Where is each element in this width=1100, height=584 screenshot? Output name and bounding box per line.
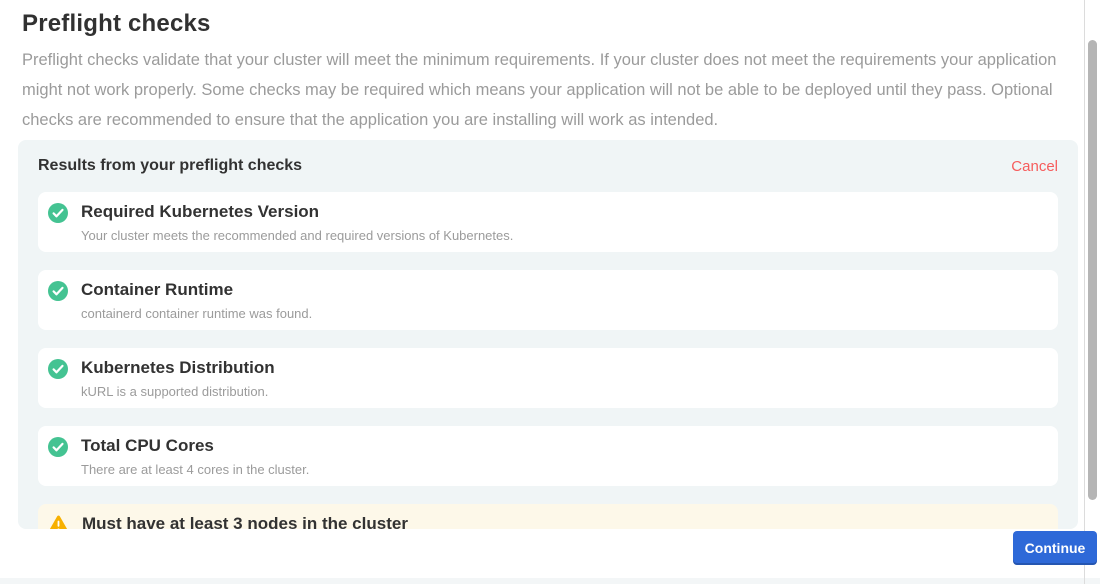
check-card: Total CPU Cores There are at least 4 cor… <box>38 426 1058 486</box>
check-text: Total CPU Cores There are at least 4 cor… <box>81 436 309 477</box>
check-message: Your cluster meets the recommended and r… <box>81 228 513 243</box>
continue-button[interactable]: Continue <box>1013 531 1097 565</box>
page-header: Preflight checks Preflight checks valida… <box>0 0 1100 135</box>
warning-triangle-icon <box>48 515 69 529</box>
check-title: Must have at least 3 nodes in the cluste… <box>82 514 408 529</box>
check-card: Container Runtime containerd container r… <box>38 270 1058 330</box>
panel-heading: Results from your preflight checks <box>38 157 302 175</box>
cancel-button[interactable]: Cancel <box>1011 158 1058 175</box>
check-card: Required Kubernetes Version Your cluster… <box>38 192 1058 252</box>
check-title: Kubernetes Distribution <box>81 358 275 378</box>
panel-header: Results from your preflight checks Cance… <box>38 156 1058 176</box>
check-text: Container Runtime containerd container r… <box>81 280 312 321</box>
check-circle-icon <box>48 359 68 379</box>
check-card: Must have at least 3 nodes in the cluste… <box>38 504 1058 529</box>
page-description: Preflight checks validate that your clus… <box>22 45 1068 135</box>
check-message: containerd container runtime was found. <box>81 306 312 321</box>
check-message: kURL is a supported distribution. <box>81 384 275 399</box>
preflight-results-panel: Results from your preflight checks Cance… <box>18 140 1078 529</box>
check-title: Total CPU Cores <box>81 436 309 456</box>
check-text: Required Kubernetes Version Your cluster… <box>81 202 513 243</box>
check-card: Kubernetes Distribution kURL is a suppor… <box>38 348 1058 408</box>
check-title: Required Kubernetes Version <box>81 202 513 222</box>
check-text: Must have at least 3 nodes in the cluste… <box>82 514 408 529</box>
check-message: There are at least 4 cores in the cluste… <box>81 462 309 477</box>
check-circle-icon <box>48 281 68 301</box>
check-list: Required Kubernetes Version Your cluster… <box>38 192 1058 529</box>
page-title: Preflight checks <box>22 10 1078 38</box>
check-title: Container Runtime <box>81 280 312 300</box>
bottom-strip <box>0 578 1100 584</box>
check-text: Kubernetes Distribution kURL is a suppor… <box>81 358 275 399</box>
scrollbar-thumb[interactable] <box>1088 40 1097 500</box>
check-circle-icon <box>48 437 68 457</box>
scrollbar-track-divider <box>1084 0 1085 584</box>
check-circle-icon <box>48 203 68 223</box>
